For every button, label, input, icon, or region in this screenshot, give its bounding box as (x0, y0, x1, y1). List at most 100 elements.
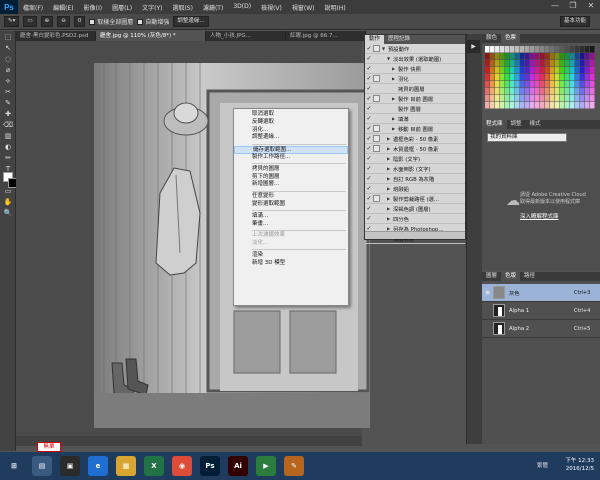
swatch[interactable] (490, 88, 495, 95)
swatches-grid[interactable] (485, 46, 597, 112)
action-row[interactable]: ✓ 拷貝的圖層 (365, 84, 465, 94)
swatch[interactable] (575, 46, 580, 53)
check-icon[interactable]: ✓ (365, 185, 373, 192)
tool-icon[interactable]: ✎ (1, 98, 15, 108)
swatch[interactable] (485, 81, 490, 88)
swatch[interactable] (575, 88, 580, 95)
tool-icon[interactable]: ◐ (1, 142, 15, 152)
swatch[interactable] (580, 102, 585, 109)
swatch[interactable] (565, 102, 570, 109)
swatch[interactable] (590, 88, 595, 95)
menu-item[interactable]: 文字(Y) (137, 3, 167, 12)
sample-all-checkbox[interactable]: 取樣全部圖層 (89, 17, 133, 26)
swatch[interactable] (565, 60, 570, 67)
context-menu-item[interactable]: 取消選取 (234, 111, 348, 119)
context-menu-item[interactable]: 儲存選取範圍... (234, 146, 348, 154)
swatch[interactable] (585, 46, 590, 53)
swatch[interactable] (505, 88, 510, 95)
swatch[interactable] (575, 95, 580, 102)
swatch[interactable] (495, 88, 500, 95)
swatch[interactable] (540, 74, 545, 81)
swatch[interactable] (490, 67, 495, 74)
swatch[interactable] (500, 67, 505, 74)
swatch[interactable] (560, 88, 565, 95)
swatch[interactable] (520, 88, 525, 95)
windows-icon[interactable]: ⊞ (4, 456, 24, 476)
swatch[interactable] (490, 46, 495, 53)
swatch[interactable] (525, 67, 530, 74)
swatch[interactable] (550, 102, 555, 109)
swatch[interactable] (495, 53, 500, 60)
swatch[interactable] (520, 74, 525, 81)
dialog-toggle-box[interactable] (373, 95, 380, 102)
swatch[interactable] (540, 53, 545, 60)
action-row[interactable]: ✓ ▶ 深褐色調 (圖層) (365, 204, 465, 214)
swatch[interactable] (550, 46, 555, 53)
tab-history[interactable]: 歷程記錄 (384, 35, 414, 44)
swatch[interactable] (520, 102, 525, 109)
swatch[interactable] (540, 67, 545, 74)
swatch[interactable] (545, 88, 550, 95)
swatch[interactable] (585, 60, 590, 67)
swatch[interactable] (520, 95, 525, 102)
menu-item[interactable]: 編輯(E) (48, 3, 78, 12)
swatch[interactable] (510, 67, 515, 74)
swatch[interactable] (570, 46, 575, 53)
context-menu-item[interactable]: 拷貝的圖層 (234, 166, 348, 174)
swatch[interactable] (530, 74, 535, 81)
swatch[interactable] (530, 81, 535, 88)
swatch[interactable] (555, 74, 560, 81)
files-icon[interactable]: ▦ (116, 456, 136, 476)
swatch[interactable] (530, 95, 535, 102)
swatch[interactable] (545, 60, 550, 67)
swatch[interactable] (540, 60, 545, 67)
tab-adjustments[interactable]: 調整 (507, 120, 526, 129)
tool-icon[interactable]: ✂ (1, 87, 15, 97)
checkbox-box[interactable] (137, 18, 144, 25)
swatch[interactable] (515, 67, 520, 74)
swatch[interactable] (485, 60, 490, 67)
swatch[interactable] (500, 102, 505, 109)
swatch[interactable] (550, 95, 555, 102)
swatch[interactable] (590, 53, 595, 60)
check-icon[interactable]: ✓ (365, 175, 373, 182)
swatch[interactable] (500, 95, 505, 102)
swatch[interactable] (490, 95, 495, 102)
swatch[interactable] (545, 67, 550, 74)
channel-row[interactable]: Alpha 2 Ctrl+5 (482, 320, 600, 338)
swatch[interactable] (555, 95, 560, 102)
swatch[interactable] (525, 60, 530, 67)
ie-icon[interactable]: e (88, 456, 108, 476)
swatch[interactable] (585, 88, 590, 95)
swatch[interactable] (485, 67, 490, 74)
dialog-toggle-box[interactable] (373, 145, 380, 152)
tab-actions[interactable]: 動作 (365, 35, 385, 44)
tab-layers[interactable]: 圖層 (482, 272, 501, 281)
swatch[interactable] (500, 88, 505, 95)
check-icon[interactable]: ✓ (365, 155, 373, 162)
swatch[interactable] (545, 81, 550, 88)
tab-channels[interactable]: 色版 (501, 272, 521, 281)
swatch[interactable] (555, 67, 560, 74)
swatch[interactable] (565, 88, 570, 95)
action-row[interactable]: ✓ ▶ 填滿 (365, 114, 465, 124)
tool-icon[interactable]: ⟡ (1, 76, 15, 86)
check-icon[interactable]: ✓ (365, 125, 373, 132)
swatch[interactable] (570, 53, 575, 60)
swatch[interactable] (535, 74, 540, 81)
swatch[interactable] (515, 60, 520, 67)
tool-icon[interactable]: 🔍 (1, 208, 15, 218)
swatch[interactable] (495, 81, 500, 88)
swatch[interactable] (505, 67, 510, 74)
swatch[interactable] (575, 81, 580, 88)
check-icon[interactable]: ✓ (365, 85, 373, 92)
system-clock[interactable]: 下午 12:33 2016/12/5 (565, 457, 594, 473)
play-icon[interactable]: ▶ (467, 40, 480, 53)
swatch[interactable] (565, 46, 570, 53)
swatch[interactable] (580, 53, 585, 60)
swatch[interactable] (530, 53, 535, 60)
context-menu-item[interactable]: 任意變形 (234, 193, 348, 201)
swatch[interactable] (580, 74, 585, 81)
swatch[interactable] (510, 95, 515, 102)
dialog-toggle-box[interactable] (373, 125, 380, 132)
